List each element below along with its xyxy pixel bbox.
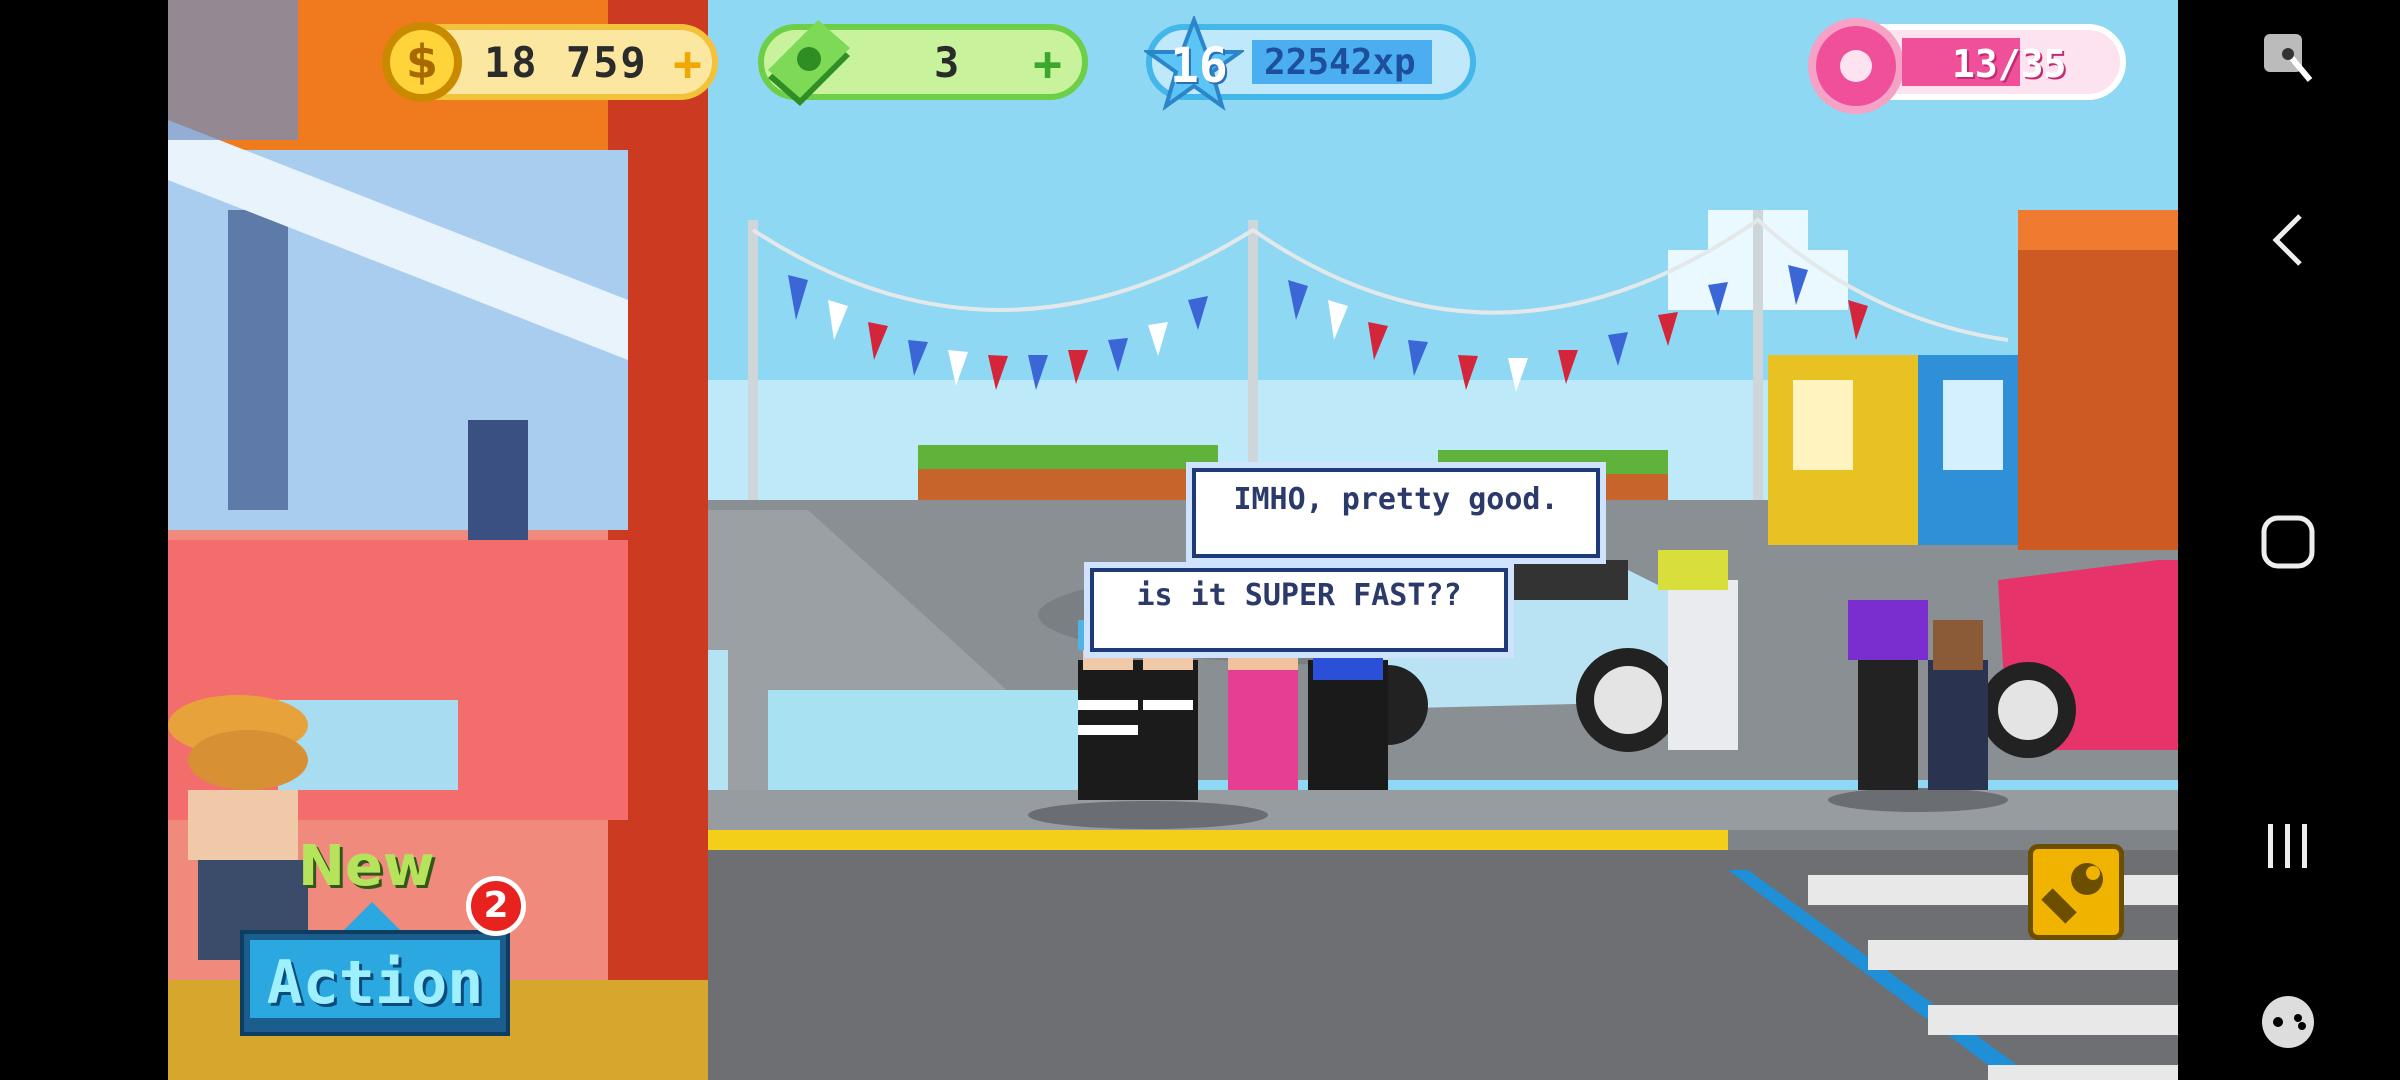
wrench-button[interactable]: [2028, 844, 2124, 940]
building: [2018, 210, 2178, 550]
cash-value: 3: [934, 38, 960, 87]
notification-badge: 2: [466, 876, 526, 936]
top-left-widget: [168, 0, 298, 140]
action-button-label: Action: [266, 948, 484, 1018]
car-pink: [1980, 560, 2178, 758]
donut-counter[interactable]: 13/35: [1808, 18, 2126, 114]
flag-pole: [1753, 210, 1763, 500]
arrow-up-icon: [344, 902, 400, 930]
new-label: New: [298, 834, 435, 899]
character-cap: [1658, 550, 1738, 750]
game-launcher-icon[interactable]: [2248, 982, 2328, 1062]
coins-counter[interactable]: $ 18 759 +: [382, 22, 718, 102]
speech-bubble-opinion: IMHO, pretty good.: [1192, 468, 1600, 558]
donut-value: 13/35: [1952, 42, 2067, 86]
wrench-icon: [2041, 863, 2103, 924]
plus-icon[interactable]: +: [673, 36, 702, 92]
flag-pole: [748, 220, 758, 510]
xp-value: 22542xp: [1264, 42, 1416, 83]
level-number: 16: [1170, 38, 1228, 94]
coins-value: 18 759: [484, 38, 648, 87]
cash-icon: [768, 20, 850, 106]
coin-icon: $: [382, 22, 462, 102]
yellow-curb: [708, 830, 1728, 850]
home-icon[interactable]: [2248, 502, 2328, 582]
back-icon[interactable]: [2248, 200, 2328, 280]
screen-tool-icon[interactable]: [2248, 18, 2328, 98]
xp-counter: 16 22542xp: [1144, 16, 1476, 111]
system-navigation-bar: [2178, 0, 2400, 1080]
flag-pole: [1248, 220, 1258, 480]
game-viewport[interactable]: $ 18 759 + 3 + 16 22542xp 13/35 IMHO, pr…: [168, 0, 2178, 1080]
svg-text:$: $: [406, 35, 438, 89]
donut-icon: [1808, 18, 1904, 114]
speech-bubble-question: is it SUPER FAST??: [1090, 568, 1508, 652]
action-button[interactable]: Action: [240, 930, 510, 1036]
cash-counter[interactable]: 3 +: [758, 20, 1088, 106]
planter: [918, 465, 1218, 505]
plus-icon[interactable]: +: [1033, 36, 1062, 92]
recents-icon[interactable]: [2248, 806, 2328, 886]
